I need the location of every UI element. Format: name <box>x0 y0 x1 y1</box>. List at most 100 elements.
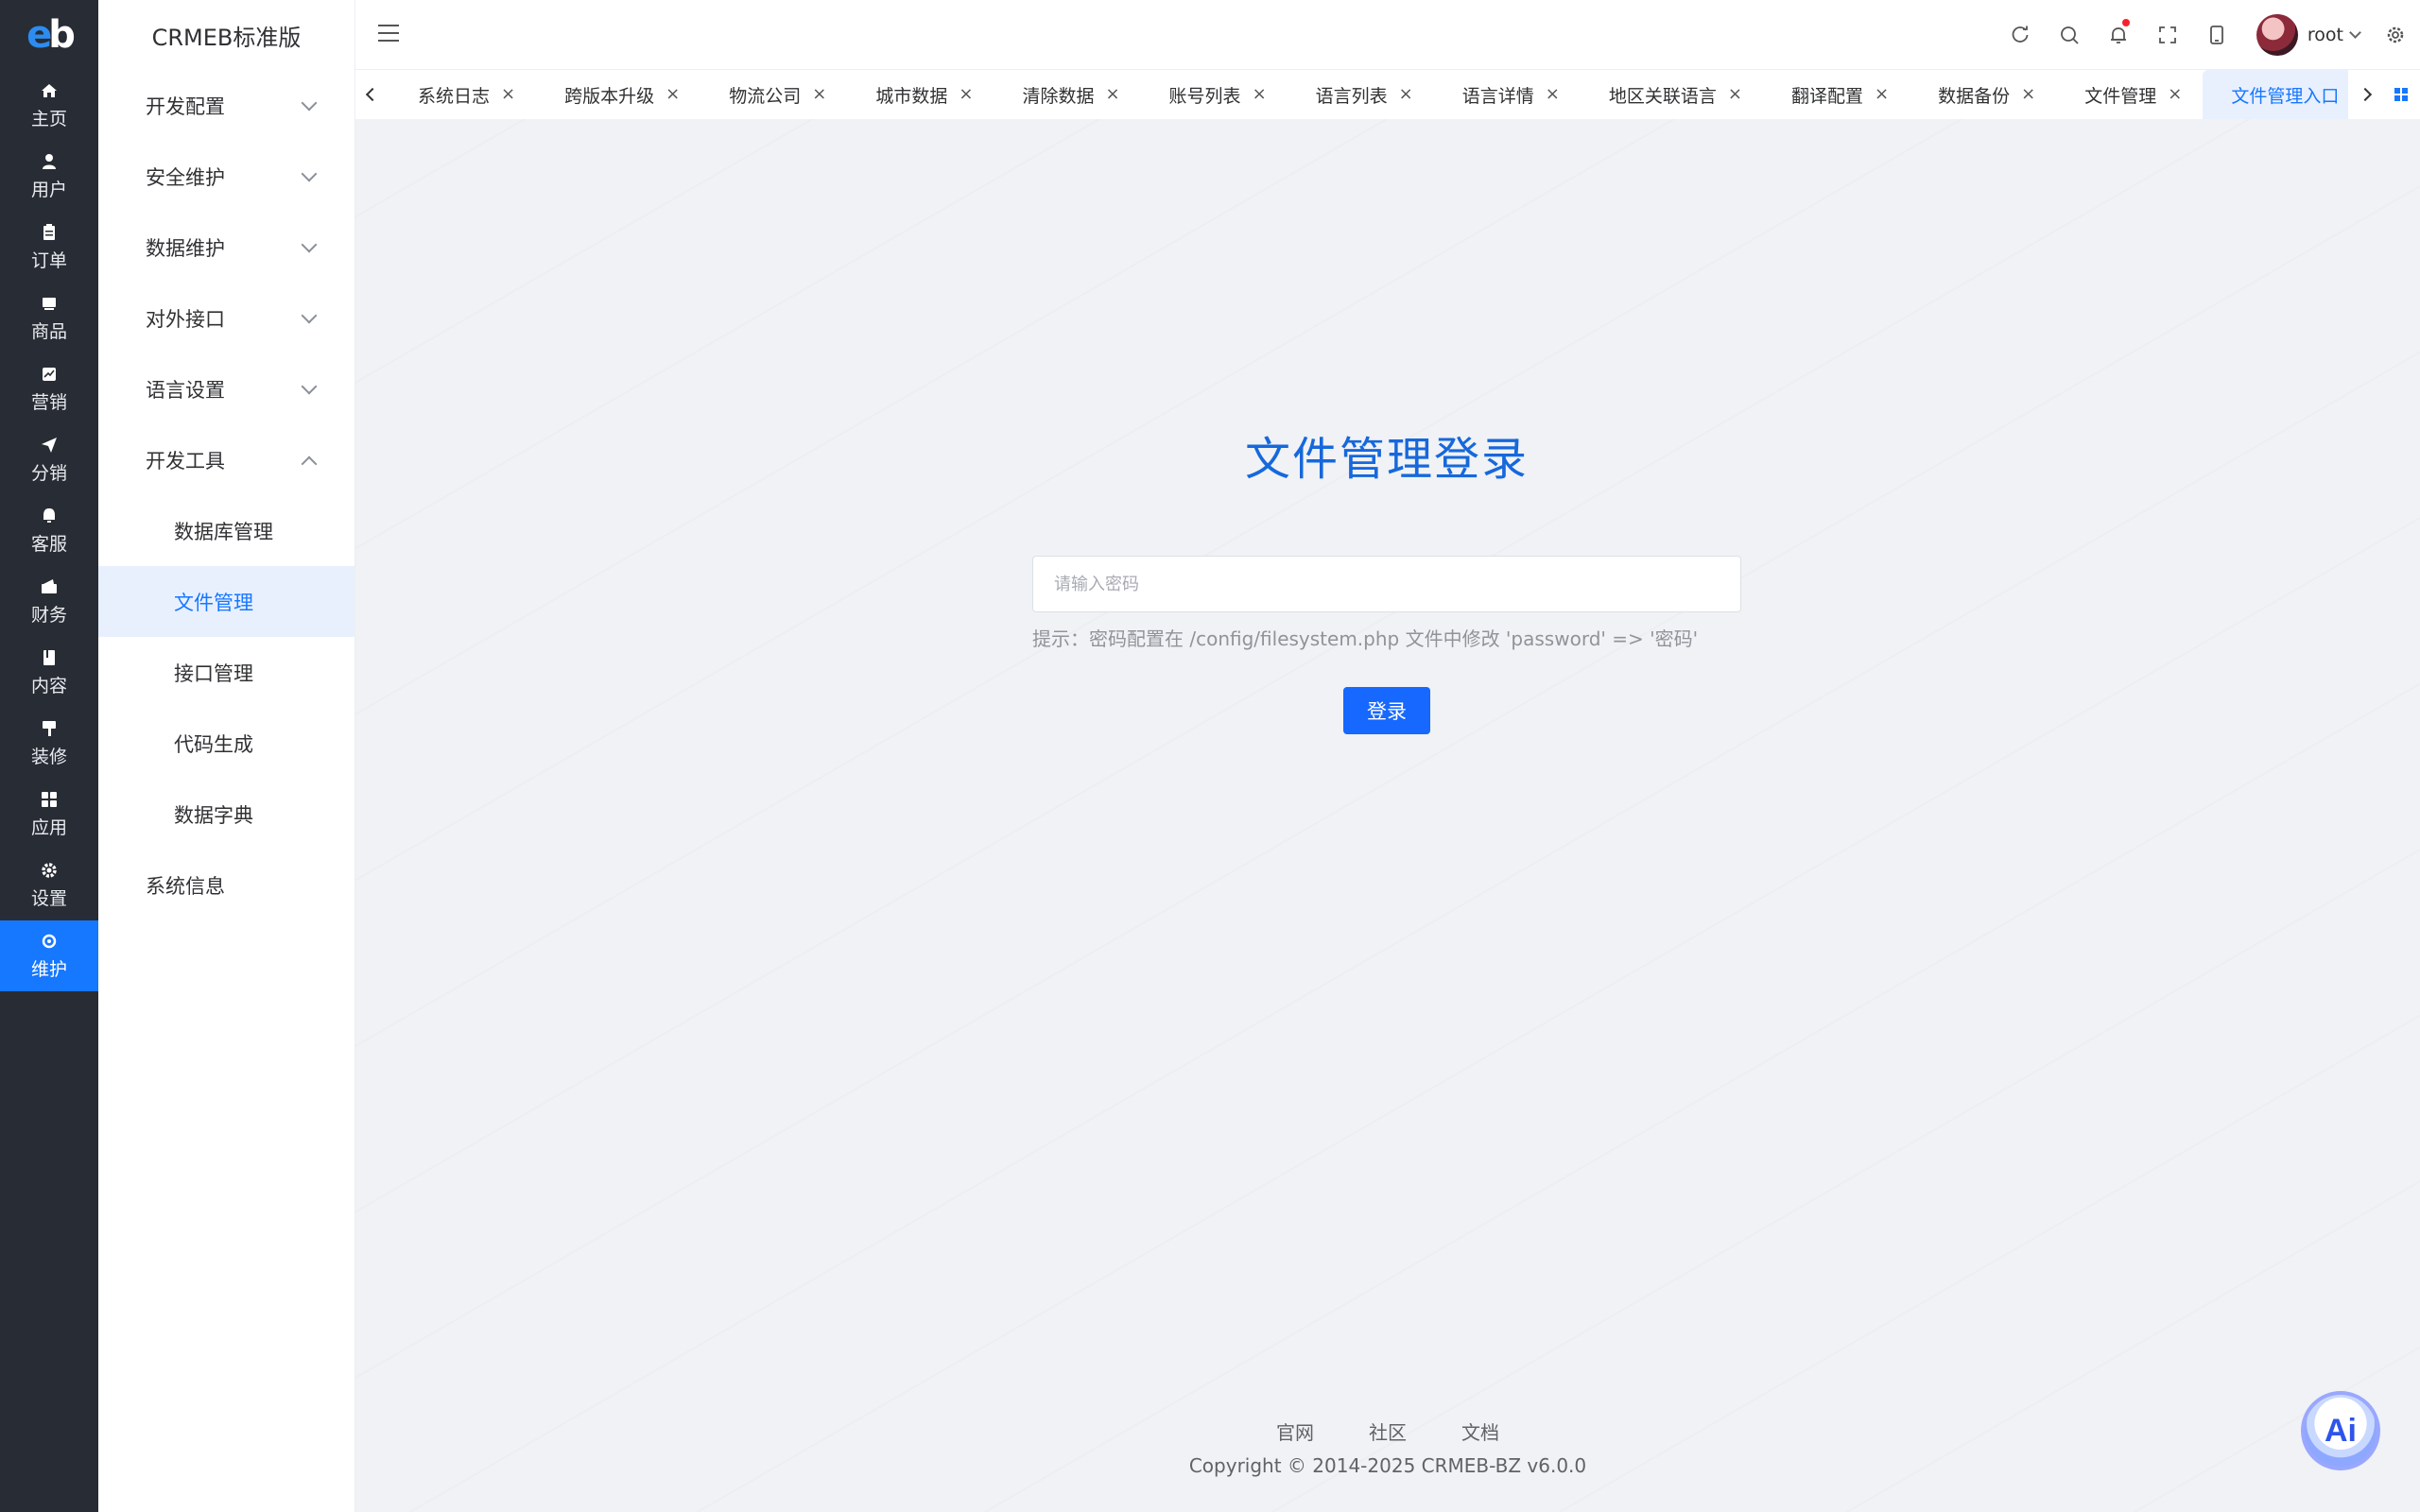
notification-button[interactable] <box>2094 0 2143 70</box>
chevron-right-icon <box>2358 87 2373 102</box>
footer-link-official[interactable]: 官网 <box>1276 1418 1314 1445</box>
tab-file-management-entry[interactable]: 文件管理入口× <box>2203 70 2348 119</box>
rail-item-product[interactable]: 商品 <box>0 283 98 353</box>
search-button[interactable] <box>2045 0 2094 70</box>
menu-api-management[interactable]: 接口管理 <box>98 637 354 708</box>
rail-item-label: 装修 <box>30 747 67 767</box>
tab-label: 物流公司 <box>729 85 802 107</box>
tab-label: 翻译配置 <box>1790 85 1863 107</box>
menu-external-api[interactable]: 对外接口 <box>98 283 354 353</box>
user-menu[interactable]: root <box>2241 0 2371 70</box>
rail-item-label: 财务 <box>30 605 67 626</box>
menu-data-maintenance[interactable]: 数据维护 <box>98 212 354 283</box>
tab-label: 文件管理入口 <box>2231 85 2340 107</box>
tab-region-language[interactable]: 地区关联语言 × <box>1581 70 1763 119</box>
rail-item-settings[interactable]: 设置 <box>0 850 98 920</box>
chevron-down-icon <box>301 307 318 323</box>
fullscreen-button[interactable] <box>2143 0 2192 70</box>
rail-item-marketing[interactable]: 营销 <box>0 353 98 424</box>
close-icon[interactable]: × <box>1546 86 1560 103</box>
app-title: CRMEB标准版 <box>151 24 302 51</box>
menu-label: 文件管理 <box>174 591 253 614</box>
menu-data-dictionary[interactable]: 数据字典 <box>98 779 354 850</box>
footer-link-docs[interactable]: 文档 <box>1461 1418 1499 1445</box>
tab-language-detail[interactable]: 语言详情 × <box>1434 70 1581 119</box>
close-icon[interactable]: × <box>501 86 515 103</box>
rail-item-customer-service[interactable]: 客服 <box>0 495 98 566</box>
menu-label: 代码生成 <box>174 732 253 756</box>
footer-link-community[interactable]: 社区 <box>1369 1418 1407 1445</box>
tab-language-list[interactable]: 语言列表 × <box>1288 70 1434 119</box>
close-icon[interactable]: × <box>1875 86 1889 103</box>
fullscreen-icon <box>2159 26 2176 43</box>
menu-language-settings[interactable]: 语言设置 <box>98 353 354 424</box>
tab-upgrade[interactable]: 跨版本升级 × <box>536 70 700 119</box>
tabs-menu-button[interactable] <box>2382 70 2420 119</box>
menu-security[interactable]: 安全维护 <box>98 141 354 212</box>
tab-label: 跨版本升级 <box>564 85 655 107</box>
close-icon[interactable]: × <box>1105 86 1119 103</box>
rail-item-decoration[interactable]: 装修 <box>0 708 98 779</box>
close-icon[interactable]: × <box>959 86 973 103</box>
login-button[interactable]: 登录 <box>1343 687 1430 734</box>
rail-item-apps[interactable]: 应用 <box>0 779 98 850</box>
rail-item-content[interactable]: 内容 <box>0 637 98 708</box>
tabs-scroll-left[interactable] <box>355 70 389 119</box>
apps-icon <box>39 789 60 810</box>
theme-settings-button[interactable] <box>2371 0 2420 70</box>
rail-item-user[interactable]: 用户 <box>0 141 98 212</box>
refresh-button[interactable] <box>1996 0 2045 70</box>
close-icon[interactable]: × <box>812 86 826 103</box>
logo-letter-b: b <box>48 13 76 57</box>
rail-item-home[interactable]: 主页 <box>0 70 98 141</box>
tabs-scroll-right[interactable] <box>2348 70 2382 119</box>
close-icon[interactable]: × <box>2021 86 2035 103</box>
tab-translation-config[interactable]: 翻译配置 × <box>1763 70 1910 119</box>
rail-item-maintenance[interactable]: 维护 <box>0 920 98 991</box>
password-input[interactable] <box>1032 556 1741 612</box>
maintenance-icon <box>39 931 60 952</box>
chevron-left-icon <box>365 87 380 102</box>
tab-file-management[interactable]: 文件管理 × <box>2056 70 2203 119</box>
tab-clear-data[interactable]: 清除数据 × <box>994 70 1140 119</box>
tab-label: 清除数据 <box>1022 85 1095 107</box>
file-login-form: 文件管理登录 提示：密码配置在 /config/filesystem.php 文… <box>1032 421 1741 734</box>
mobile-preview-button[interactable] <box>2192 0 2241 70</box>
marketing-icon <box>39 364 60 385</box>
finance-icon <box>39 576 60 597</box>
menu-toggle-icon[interactable] <box>378 25 399 43</box>
rail-item-label: 用户 <box>30 180 67 200</box>
close-icon[interactable]: × <box>666 86 680 103</box>
decoration-icon <box>39 718 60 739</box>
tab-system-log[interactable]: 系统日志 × <box>389 70 536 119</box>
settings-icon <box>39 860 60 881</box>
rail-item-label: 应用 <box>30 817 67 838</box>
rail-item-distribution[interactable]: 分销 <box>0 424 98 495</box>
tab-label: 系统日志 <box>418 85 491 107</box>
brand-logo[interactable]: eb <box>0 0 98 70</box>
menu-dev-tools[interactable]: 开发工具 <box>98 424 354 495</box>
gear-icon <box>2387 26 2404 43</box>
tabs-bar: 系统日志 × 跨版本升级 × 物流公司 × 城市数据 × 清除数据 × 账号列表 × 语言列… <box>355 70 2420 119</box>
close-icon[interactable]: × <box>1253 86 1267 103</box>
close-icon[interactable]: × <box>1399 86 1413 103</box>
rail-item-finance[interactable]: 财务 <box>0 566 98 637</box>
rail-item-order[interactable]: 订单 <box>0 212 98 283</box>
close-icon[interactable]: × <box>1728 86 1742 103</box>
menu-file-management[interactable]: 文件管理 <box>98 566 354 637</box>
tab-city-data[interactable]: 城市数据 × <box>847 70 994 119</box>
menu-database-management[interactable]: 数据库管理 <box>98 495 354 566</box>
tab-label: 城市数据 <box>875 85 948 107</box>
page-title: 文件管理登录 <box>1244 433 1529 486</box>
close-icon[interactable]: × <box>2168 86 2182 103</box>
tab-account-list[interactable]: 账号列表 × <box>1141 70 1288 119</box>
menu-dev-config[interactable]: 开发配置 <box>98 70 354 141</box>
rail-item-label: 设置 <box>30 888 67 909</box>
ai-assistant-button[interactable]: Ai <box>2301 1391 2380 1470</box>
tab-logistics[interactable]: 物流公司 × <box>700 70 847 119</box>
menu-code-generation[interactable]: 代码生成 <box>98 708 354 779</box>
main-nav-rail: eb 主页 用户 订单 商品 营销 分销 客服 财务 内容 装修 应用 设置 维… <box>0 0 98 1512</box>
tab-data-backup[interactable]: 数据备份 × <box>1910 70 2056 119</box>
menu-system-info[interactable]: 系统信息 <box>98 850 354 920</box>
rail-item-label: 营销 <box>30 392 67 413</box>
